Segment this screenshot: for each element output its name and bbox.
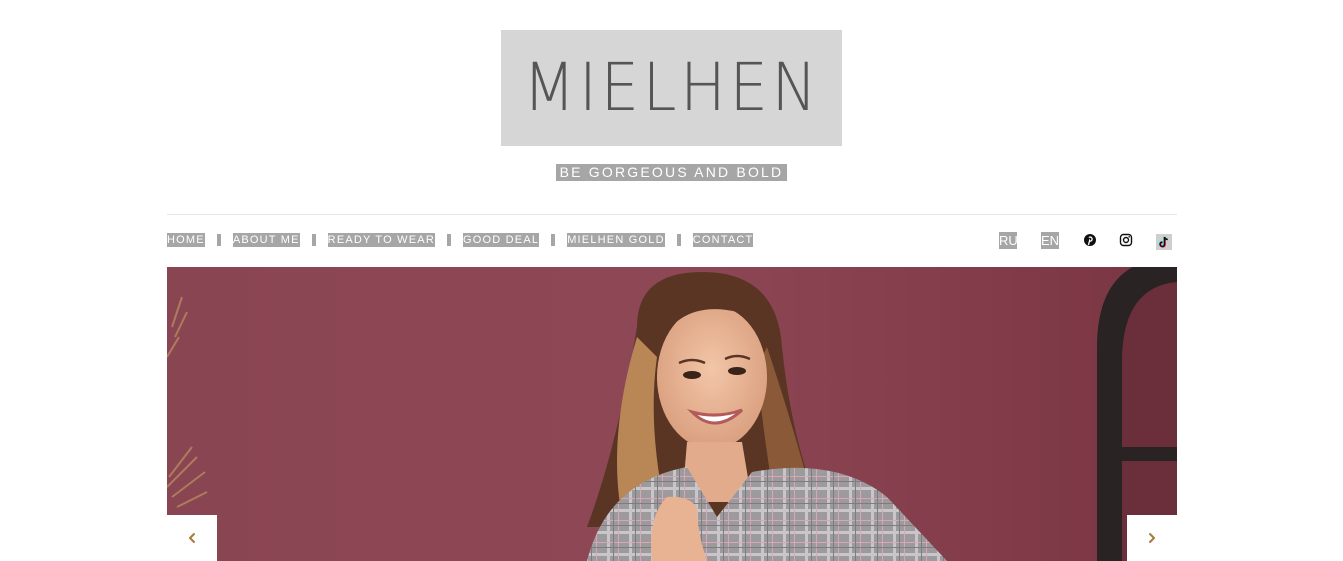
nav-separator	[216, 234, 221, 246]
nav-separator	[551, 234, 556, 246]
lang-en-link[interactable]: EN	[1041, 232, 1059, 249]
header-divider	[167, 214, 1177, 215]
nav-item-home[interactable]: HOME	[167, 233, 205, 247]
slider-prev-button[interactable]	[167, 515, 217, 561]
tiktok-icon[interactable]	[1156, 234, 1172, 250]
nav-item-good-deal[interactable]: GOOD DEAL	[462, 233, 540, 247]
nav-separator	[311, 234, 316, 246]
hero-slide-image	[167, 267, 1177, 561]
nav-item-about-me[interactable]: ABOUT ME	[232, 233, 300, 247]
lang-ru-link[interactable]: RU	[999, 232, 1018, 249]
instagram-icon[interactable]	[1119, 233, 1133, 247]
nav-separator	[676, 234, 681, 246]
pinterest-icon[interactable]	[1083, 233, 1097, 247]
nav-item-mielhen-gold[interactable]: MIELHEN GOLD	[567, 233, 665, 247]
page: MIELHEN BE GORGEOUS AND BOLD HOME ABOUT …	[0, 0, 1343, 561]
chevron-left-icon	[189, 533, 195, 543]
chevron-right-icon	[1149, 533, 1155, 543]
logo-text: MIELHEN	[522, 49, 821, 126]
site-logo[interactable]: MIELHEN	[501, 30, 842, 146]
nav-separator	[446, 234, 451, 246]
main-nav: HOME ABOUT ME READY TO WEAR GOOD DEAL MI…	[167, 232, 754, 248]
slider-next-button[interactable]	[1127, 515, 1177, 561]
nav-item-ready-to-wear[interactable]: READY TO WEAR	[327, 233, 435, 247]
site-tagline: BE GORGEOUS AND BOLD	[556, 164, 787, 181]
nav-item-contact[interactable]: CONTACT	[692, 233, 754, 247]
